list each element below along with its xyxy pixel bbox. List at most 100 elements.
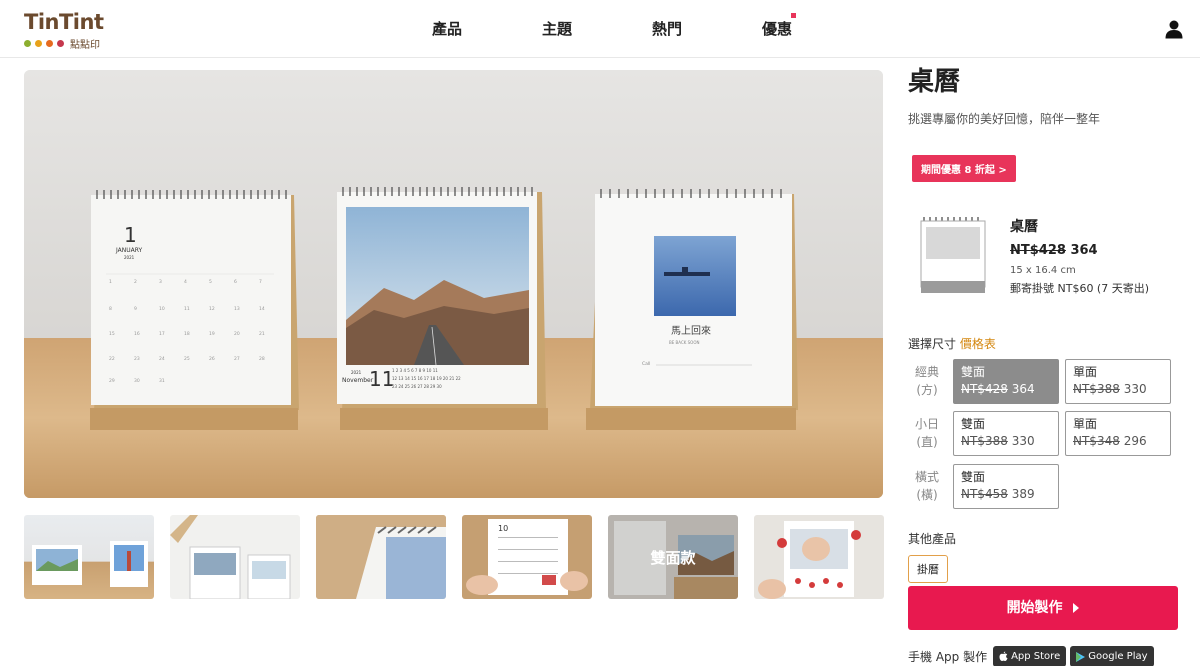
svg-text:1 2 3 4 5 6 7 8: 1 2 3 4 5 6 7 8 9 10 11 bbox=[392, 368, 438, 373]
option-price: NT$348 296 bbox=[1073, 432, 1163, 450]
option-original-price: NT$388 bbox=[961, 434, 1008, 448]
svg-text:23 24 25 26 27 28 29 30: 23 24 25 26 27 28 29 30 bbox=[392, 384, 442, 389]
google-play-button[interactable]: Google Play bbox=[1070, 646, 1154, 666]
app-store-label: App Store bbox=[1011, 651, 1061, 662]
svg-text:16: 16 bbox=[134, 331, 140, 337]
product-summary: 桌曆 NT$428 364 15 x 16.4 cm 郵寄掛號 NT$60 (7… bbox=[908, 208, 1178, 303]
product-shipping: 郵寄掛號 NT$60 (7 天寄出) bbox=[1010, 282, 1150, 295]
start-making-button[interactable]: 開始製作 bbox=[908, 586, 1178, 630]
option-name: 單面 bbox=[1073, 417, 1098, 431]
thumbnail-3[interactable] bbox=[316, 515, 446, 599]
desk-calendar-photo: 1 JANUARY 2021 1234567 8 9 10 11 12 13 14 15 16… bbox=[24, 70, 883, 498]
option-price: NT$388 330 bbox=[1073, 380, 1163, 398]
nav-popular[interactable]: 熱門 bbox=[612, 0, 722, 58]
google-play-label: Google Play bbox=[1088, 651, 1148, 662]
option-original-price: NT$458 bbox=[961, 487, 1008, 501]
app-label: 手機 App 製作 bbox=[908, 650, 988, 664]
nav-offers-badge bbox=[791, 13, 796, 18]
site-header: TinTint 點點印 產品 主題 熱門 優惠 bbox=[0, 0, 1200, 58]
svg-text:31: 31 bbox=[159, 378, 165, 384]
svg-text:10: 10 bbox=[159, 306, 165, 312]
main-product-image: 1 JANUARY 2021 1234567 8 9 10 11 12 13 14 15 16… bbox=[24, 70, 883, 498]
size-row-small-line1: 小日 bbox=[914, 417, 939, 431]
cal2-year: 2021 bbox=[351, 370, 362, 375]
user-icon[interactable] bbox=[1164, 19, 1184, 39]
option-name: 雙面 bbox=[961, 470, 986, 484]
thumbnail-5[interactable]: 雙面款 bbox=[608, 515, 738, 599]
option-sale-price: 364 bbox=[1011, 382, 1035, 396]
logo-dot-red bbox=[57, 40, 64, 47]
page-title: 桌曆 bbox=[908, 67, 961, 97]
thumbnail-strip: 10 雙面款 bbox=[24, 515, 884, 599]
svg-text:26: 26 bbox=[209, 356, 215, 362]
svg-text:11: 11 bbox=[184, 306, 190, 312]
svg-text:28: 28 bbox=[259, 356, 265, 362]
app-store-button[interactable]: App Store bbox=[993, 646, 1067, 666]
logo-dot-orange bbox=[46, 40, 53, 47]
svg-text:30: 30 bbox=[134, 378, 140, 384]
option-price: NT$428 364 bbox=[961, 380, 1051, 398]
option-price: NT$458 389 bbox=[961, 485, 1051, 503]
logo-dot-green bbox=[24, 40, 31, 47]
logo-wordmark: TinTint bbox=[24, 10, 104, 34]
size-option-landscape-double[interactable]: 雙面 NT$458 389 bbox=[953, 464, 1059, 509]
product-sale-price: 364 bbox=[1070, 243, 1098, 258]
size-option-classic-double[interactable]: 雙面 NT$428 364 bbox=[953, 359, 1059, 404]
size-row-classic-line2: (方) bbox=[916, 383, 938, 397]
svg-text:12: 12 bbox=[209, 306, 215, 312]
size-option-small-double[interactable]: 雙面 NT$388 330 bbox=[953, 411, 1059, 456]
svg-text:29: 29 bbox=[109, 378, 115, 384]
price-table-link[interactable]: 價格表 bbox=[960, 337, 996, 351]
svg-text:23: 23 bbox=[134, 356, 140, 362]
size-selector-label: 選擇尺寸 價格表 bbox=[908, 335, 996, 352]
cal3-call-label: Call bbox=[642, 361, 650, 367]
option-name: 單面 bbox=[1073, 365, 1098, 379]
nav-themes[interactable]: 主題 bbox=[502, 0, 612, 58]
thumbnail-6[interactable] bbox=[754, 515, 884, 599]
svg-text:19: 19 bbox=[209, 331, 215, 337]
size-option-small-single[interactable]: 單面 NT$348 296 bbox=[1065, 411, 1171, 456]
svg-text:17: 17 bbox=[159, 331, 165, 337]
svg-text:13: 13 bbox=[234, 306, 240, 312]
svg-text:6: 6 bbox=[234, 279, 237, 285]
svg-text:14: 14 bbox=[259, 306, 265, 312]
cal1-month: 1 bbox=[124, 223, 137, 247]
product-dimensions: 15 x 16.4 cm bbox=[1010, 265, 1076, 276]
google-play-icon bbox=[1076, 651, 1086, 662]
thumbnail-4[interactable]: 10 bbox=[462, 515, 592, 599]
option-name: 雙面 bbox=[961, 365, 986, 379]
svg-text:5: 5 bbox=[209, 279, 212, 285]
svg-text:2: 2 bbox=[134, 279, 137, 285]
svg-text:15: 15 bbox=[109, 331, 115, 337]
option-original-price: NT$388 bbox=[1073, 382, 1120, 396]
nav-products[interactable]: 產品 bbox=[392, 0, 502, 58]
size-row-small-line2: (直) bbox=[916, 435, 938, 449]
thumb-calendars-photo bbox=[32, 541, 148, 587]
product-price: NT$428 364 bbox=[1010, 243, 1098, 258]
option-name: 雙面 bbox=[961, 417, 986, 431]
svg-text:7: 7 bbox=[259, 279, 262, 285]
size-label-text: 選擇尺寸 bbox=[908, 337, 957, 351]
nav-offers[interactable]: 優惠 bbox=[722, 0, 832, 58]
logo-chinese-name: 點點印 bbox=[70, 40, 100, 51]
svg-text:8: 8 bbox=[109, 306, 112, 312]
svg-text:4: 4 bbox=[184, 279, 187, 285]
wall-calendar-button[interactable]: 掛曆 bbox=[908, 555, 948, 583]
thumb-pages-photo bbox=[170, 515, 291, 599]
size-option-classic-single[interactable]: 單面 NT$388 330 bbox=[1065, 359, 1171, 404]
thumb-closeup-photo bbox=[316, 515, 446, 599]
product-panel: 桌曆 挑選專屬你的美好回憶，陪伴一整年 期間優惠 8 折起 > 桌曆 NT$42… bbox=[908, 62, 1178, 666]
size-row-classic-line1: 經典 bbox=[914, 365, 939, 379]
size-row-label-landscape: 橫式 (橫) bbox=[912, 468, 942, 504]
svg-text:20: 20 bbox=[234, 331, 240, 337]
thumbnail-2[interactable] bbox=[170, 515, 300, 599]
svg-text:3: 3 bbox=[159, 279, 162, 285]
svg-text:25: 25 bbox=[184, 356, 190, 362]
logo-dot-yellow bbox=[35, 40, 42, 47]
page-subtitle: 挑選專屬你的美好回憶，陪伴一整年 bbox=[908, 112, 1101, 126]
svg-text:18: 18 bbox=[184, 331, 190, 337]
thumbnail-1[interactable] bbox=[24, 515, 154, 599]
tintint-logo[interactable]: TinTint 點點印 bbox=[24, 10, 124, 51]
size-row-label-classic: 經典 (方) bbox=[912, 363, 942, 399]
promo-badge-button[interactable]: 期間優惠 8 折起 > bbox=[912, 155, 1016, 182]
